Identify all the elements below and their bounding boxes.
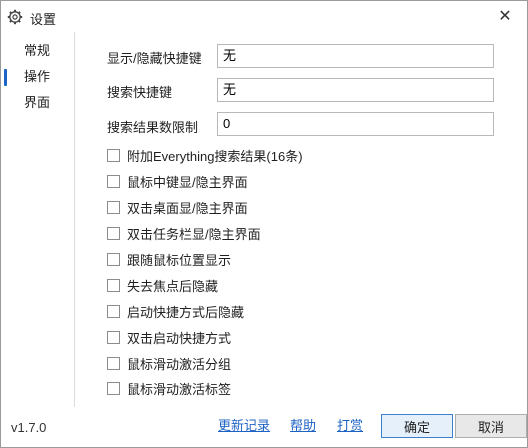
result-limit-label: 搜索结果数限制	[107, 120, 199, 135]
option-label: 双击任务栏显/隐主界面	[127, 226, 261, 242]
sidebar-item-interface[interactable]: 界面	[1, 90, 74, 116]
option-label: 双击启动快捷方式	[127, 330, 232, 346]
changelog-link[interactable]: 更新记录	[218, 415, 270, 434]
option-follow-mouse[interactable]: 跟随鼠标位置显示	[107, 250, 231, 268]
toggle-hotkey-field[interactable]: 无	[217, 44, 494, 68]
option-hide-on-blur[interactable]: 失去焦点后隐藏	[107, 276, 218, 294]
option-label: 鼠标中键显/隐主界面	[127, 174, 248, 190]
option-everything-results[interactable]: 附加Everything搜索结果(16条)	[107, 146, 303, 164]
sidebar: 常规 操作 界面	[1, 32, 75, 407]
checkbox[interactable]	[107, 330, 120, 344]
title-bar: 设置 ✕	[1, 1, 527, 32]
option-label: 双击桌面显/隐主界面	[127, 200, 248, 216]
checkbox[interactable]	[107, 148, 120, 162]
option-desktop-double-click[interactable]: 双击桌面显/隐主界面	[107, 198, 248, 216]
option-label: 失去焦点后隐藏	[127, 278, 219, 294]
option-hover-activate-tab[interactable]: 鼠标滑动激活标签	[107, 379, 231, 397]
option-label: 鼠标滑动激活标签	[127, 381, 232, 397]
search-hotkey-label: 搜索快捷键	[107, 85, 173, 100]
checkbox[interactable]	[107, 252, 120, 266]
close-button[interactable]: ✕	[483, 1, 527, 31]
close-icon: ✕	[498, 8, 512, 25]
checkbox[interactable]	[107, 278, 120, 292]
option-double-click-launch[interactable]: 双击启动快捷方式	[107, 328, 231, 346]
window-title: 设置	[30, 12, 57, 27]
option-hover-activate-group[interactable]: 鼠标滑动激活分组	[107, 354, 231, 372]
result-limit-field[interactable]: 0	[217, 112, 494, 136]
donate-link[interactable]: 打赏	[337, 415, 363, 434]
toggle-hotkey-label: 显示/隐藏快捷键	[107, 51, 202, 66]
option-hide-after-launch[interactable]: 启动快捷方式后隐藏	[107, 302, 244, 320]
search-hotkey-field[interactable]: 无	[217, 78, 494, 102]
option-label: 附加Everything搜索结果(16条)	[127, 148, 303, 164]
option-label: 跟随鼠标位置显示	[127, 252, 232, 268]
option-label: 鼠标滑动激活分组	[127, 356, 232, 372]
option-taskbar-double-click[interactable]: 双击任务栏显/隐主界面	[107, 224, 261, 242]
option-label: 启动快捷方式后隐藏	[127, 304, 245, 320]
sidebar-item-general[interactable]: 常规	[1, 38, 74, 64]
checkbox[interactable]	[107, 381, 120, 395]
checkbox[interactable]	[107, 356, 120, 370]
help-link[interactable]: 帮助	[290, 415, 316, 434]
settings-window: 设置 ✕ 常规 操作 界面 显示/隐藏快捷键 无 搜索快捷键 无 搜索结果数限制…	[0, 0, 528, 448]
version-label: v1.7.0	[11, 420, 47, 435]
gear-icon	[7, 9, 23, 25]
sidebar-item-operation[interactable]: 操作	[1, 64, 74, 90]
checkbox[interactable]	[107, 174, 120, 188]
cancel-button[interactable]: 取消	[455, 414, 527, 438]
option-middle-click-toggle[interactable]: 鼠标中键显/隐主界面	[107, 172, 248, 190]
ok-button[interactable]: 确定	[381, 414, 453, 438]
checkbox[interactable]	[107, 226, 120, 240]
checkbox[interactable]	[107, 200, 120, 214]
checkbox[interactable]	[107, 304, 120, 318]
